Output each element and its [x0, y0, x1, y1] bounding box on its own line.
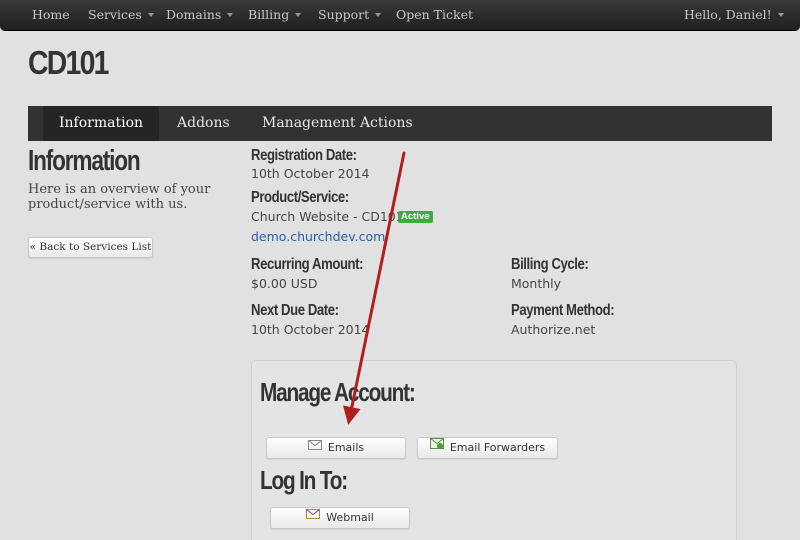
manage-account-panel: Manage Account: Emails Email Forwarders … — [251, 360, 737, 540]
nav-services-label: Services — [88, 7, 142, 22]
status-badge: Active — [398, 211, 433, 223]
payment-method-label: Payment Method: — [511, 302, 615, 319]
nav-domains[interactable]: Domains — [166, 0, 234, 30]
product-service-label: Product/Service: — [251, 189, 349, 206]
sidebar-heading: Information — [28, 145, 141, 177]
product-service-value: Church Website - CD101 — [251, 209, 404, 224]
next-due-date-label: Next Due Date: — [251, 302, 339, 319]
user-menu-label: Hello, Daniel! — [684, 7, 772, 22]
page-title: CD101 — [28, 44, 109, 81]
nav-open-ticket-label: Open Ticket — [396, 7, 474, 22]
envelope-icon — [307, 437, 322, 457]
chevron-down-icon — [227, 12, 234, 17]
payment-method-value: Authorize.net — [511, 322, 596, 337]
nav-billing-label: Billing — [248, 7, 290, 22]
nav-support[interactable]: Support — [318, 0, 382, 30]
recurring-amount-value: $0.00 USD — [251, 276, 318, 291]
manage-account-heading: Manage Account: — [260, 377, 416, 407]
emails-button[interactable]: Emails — [266, 437, 406, 459]
billing-cycle-label: Billing Cycle: — [511, 256, 589, 273]
email-forwarders-icon — [429, 437, 444, 457]
nav-home-label: Home — [32, 7, 70, 22]
user-menu[interactable]: Hello, Daniel! — [684, 0, 784, 30]
log-in-to-heading: Log In To: — [260, 465, 348, 495]
billing-cycle-value: Monthly — [511, 276, 562, 291]
nav-services[interactable]: Services — [88, 0, 154, 30]
email-forwarders-button-label: Email Forwarders — [449, 441, 546, 454]
back-to-services-button[interactable]: « Back to Services List — [28, 237, 153, 258]
sidebar-description: Here is an overview of your product/serv… — [28, 182, 211, 212]
tab-management-actions[interactable]: Management Actions — [246, 106, 429, 141]
nav-support-label: Support — [318, 7, 370, 22]
webmail-button[interactable]: Webmail — [270, 507, 410, 529]
chevron-down-icon — [147, 12, 154, 17]
recurring-amount-label: Recurring Amount: — [251, 256, 364, 273]
nav-home[interactable]: Home — [32, 0, 70, 30]
nav-open-ticket[interactable]: Open Ticket — [396, 0, 473, 30]
registration-date-value: 10th October 2014 — [251, 166, 370, 181]
nav-billing[interactable]: Billing — [248, 0, 302, 30]
tab-bar: Information Addons Management Actions — [28, 106, 772, 141]
chevron-down-icon — [375, 12, 382, 17]
top-navbar: Home Services Domains Billing Support Op… — [0, 0, 800, 31]
email-forwarders-button[interactable]: Email Forwarders — [417, 437, 558, 459]
next-due-date-value: 10th October 2014 — [251, 322, 370, 337]
webmail-button-label: Webmail — [326, 511, 374, 524]
webmail-icon — [306, 507, 321, 527]
chevron-down-icon — [295, 12, 302, 17]
domain-link[interactable]: demo.churchdev.com — [251, 229, 385, 244]
nav-domains-label: Domains — [166, 7, 222, 22]
chevron-down-icon — [777, 12, 784, 17]
emails-button-label: Emails — [327, 441, 365, 454]
tab-addons[interactable]: Addons — [161, 106, 246, 141]
tab-information[interactable]: Information — [43, 106, 160, 141]
registration-date-label: Registration Date: — [251, 147, 357, 164]
